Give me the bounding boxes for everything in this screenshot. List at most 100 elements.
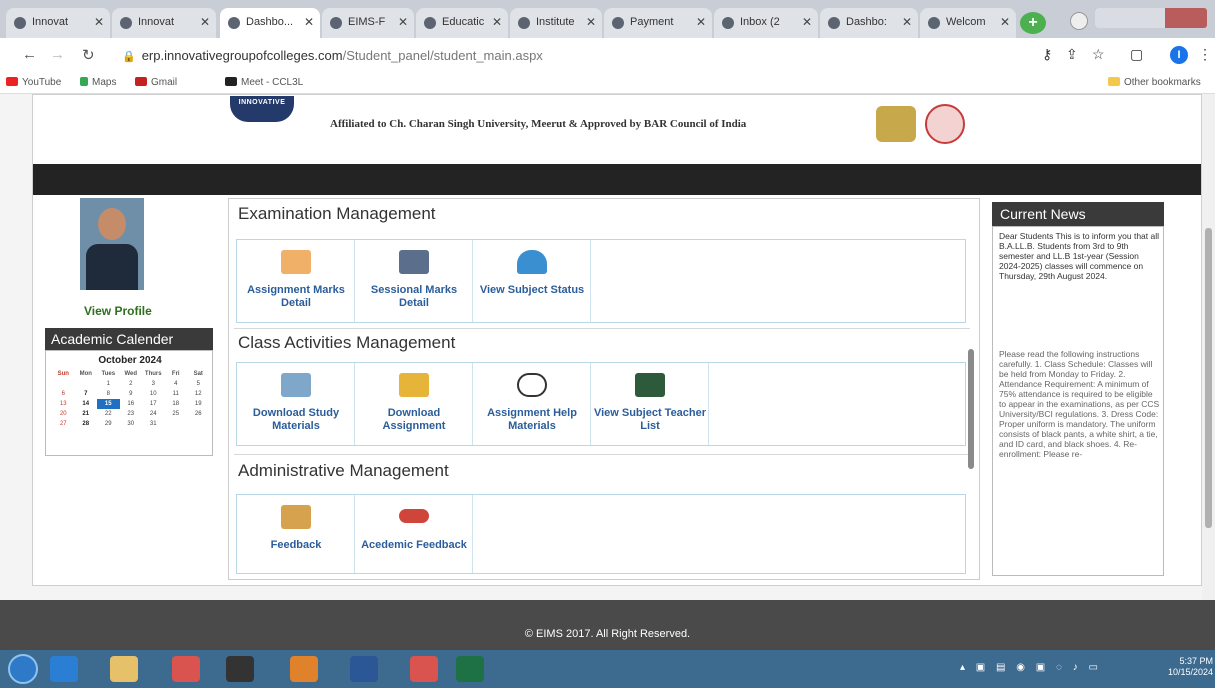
card-download-assignment[interactable]: Download Assignment [355, 363, 473, 445]
calendar-day[interactable]: 5 [187, 379, 210, 389]
profile-menu-icon[interactable] [1070, 12, 1088, 30]
calendar-day[interactable]: 25 [165, 409, 188, 419]
calendar-day[interactable]: 24 [142, 409, 165, 419]
tab-label: Welcom [946, 16, 986, 28]
calendar-day[interactable]: 9 [120, 389, 143, 399]
card-sessional-marks[interactable]: Sessional Marks Detail [355, 240, 473, 322]
minimize-maximize-buttons[interactable] [1095, 8, 1165, 28]
browser-tab[interactable]: Welcom ✕ [920, 8, 1016, 38]
chrome-icon[interactable] [172, 656, 200, 682]
calendar-day[interactable]: 12 [187, 389, 210, 399]
university-emblem-icon [876, 106, 916, 142]
calendar-day[interactable]: 20 [52, 409, 75, 419]
calendar-day[interactable]: 21 [75, 409, 98, 419]
calendar-day[interactable]: 16 [120, 399, 143, 409]
browser-tab[interactable]: Innovat ✕ [112, 8, 216, 38]
calendar-day[interactable]: 18 [165, 399, 188, 409]
calendar-day[interactable]: 26 [187, 409, 210, 419]
close-icon[interactable]: ✕ [696, 15, 706, 29]
card-assignment-help[interactable]: Assignment Help Materials [473, 363, 591, 445]
excel-icon[interactable] [456, 656, 484, 682]
browser-tab[interactable]: Dashbo: ✕ [820, 8, 918, 38]
other-bookmarks[interactable]: Other bookmarks [1108, 77, 1201, 88]
browser-tab[interactable]: Educatic ✕ [416, 8, 508, 38]
card-academic-feedback[interactable]: Acedemic Feedback [355, 495, 473, 573]
page-scrollbar[interactable] [1202, 94, 1215, 604]
browser-tab-active[interactable]: Dashbo... ✕ [220, 8, 320, 38]
explorer-icon[interactable] [110, 656, 138, 682]
url-field[interactable]: 🔒 erp.innovativegroupofcolleges.com/Stude… [122, 48, 543, 63]
card-subject-status[interactable]: View Subject Status [473, 240, 591, 322]
browser-tab[interactable]: Institute ✕ [510, 8, 602, 38]
close-icon[interactable]: ✕ [586, 15, 596, 29]
calendar-day[interactable]: 8 [97, 389, 120, 399]
bookmark-maps[interactable]: Maps [80, 77, 116, 88]
calendar-day[interactable]: 22 [97, 409, 120, 419]
ie-icon[interactable] [50, 656, 78, 682]
reload-icon[interactable]: ↻ [82, 46, 95, 64]
calendar-day[interactable]: 7 [75, 389, 98, 399]
globe-icon [330, 17, 342, 29]
calendar-day[interactable]: 19 [187, 399, 210, 409]
chrome-icon[interactable] [410, 656, 438, 682]
card-assignment-marks[interactable]: Assignment Marks Detail [237, 240, 355, 322]
calendar-day[interactable]: 17 [142, 399, 165, 409]
share-icon[interactable]: ⇪ [1066, 46, 1078, 63]
close-icon[interactable]: ✕ [902, 15, 912, 29]
close-icon[interactable]: ✕ [398, 15, 408, 29]
back-arrow-icon[interactable]: ← [22, 46, 37, 63]
media-player-icon[interactable] [226, 656, 254, 682]
calendar-day[interactable]: 13 [52, 399, 75, 409]
calendar-day[interactable]: 10 [142, 389, 165, 399]
logo-text: INNOVATIVE [238, 99, 286, 106]
calendar-day[interactable]: 30 [120, 419, 143, 429]
calendar-day[interactable]: 3 [142, 379, 165, 389]
calendar-day[interactable]: 11 [165, 389, 188, 399]
bookmark-youtube[interactable]: YouTube [6, 77, 61, 88]
news-panel[interactable]: Dear Students This is to inform you that… [992, 226, 1164, 576]
close-icon[interactable]: ✕ [1000, 15, 1010, 29]
star-icon[interactable]: ☆ [1092, 46, 1105, 63]
page-scrollbar-thumb[interactable] [1205, 228, 1212, 528]
close-icon[interactable]: ✕ [200, 15, 210, 29]
close-icon[interactable]: ✕ [802, 15, 812, 29]
calendar-day[interactable]: 1 [97, 379, 120, 389]
close-icon[interactable]: ✕ [304, 15, 314, 29]
start-button[interactable] [8, 654, 38, 684]
window-controls[interactable] [1095, 8, 1207, 28]
sidebar-icon[interactable]: ▢ [1130, 46, 1143, 63]
calendar-day[interactable]: 31 [142, 419, 165, 429]
calendar-day[interactable]: 27 [52, 419, 75, 429]
browser-tab[interactable]: EIMS-F ✕ [322, 8, 414, 38]
close-icon[interactable]: ✕ [94, 15, 104, 29]
card-feedback[interactable]: Feedback [237, 495, 355, 573]
close-icon[interactable]: ✕ [492, 15, 502, 29]
bookmark-label: YouTube [22, 77, 62, 88]
word-icon[interactable] [350, 656, 378, 682]
browser-tab[interactable]: Inbox (2 ✕ [714, 8, 818, 38]
card-study-materials[interactable]: Download Study Materials [237, 363, 355, 445]
menu-dots-icon[interactable]: ⋮ [1198, 46, 1212, 63]
bookmark-meet[interactable]: Meet - CCL3L [225, 77, 303, 88]
browser-tab[interactable]: Payment ✕ [604, 8, 712, 38]
key-icon[interactable]: ⚷ [1042, 46, 1052, 63]
calendar-day[interactable]: 29 [97, 419, 120, 429]
calendar-day[interactable]: 4 [165, 379, 188, 389]
system-tray-icons[interactable]: ▴ ▣ ▤ ◉ ▣ ◌ ♪ ▭ [960, 662, 1102, 673]
calendar-day[interactable]: 14 [75, 399, 98, 409]
calendar-day[interactable]: 28 [75, 419, 98, 429]
system-clock[interactable]: 5:37 PM 10/15/2024 [1168, 656, 1213, 678]
calendar-day-today[interactable]: 15 [97, 399, 120, 409]
firefox-icon[interactable] [290, 656, 318, 682]
calendar-day[interactable]: 6 [52, 389, 75, 399]
user-avatar[interactable]: I [1170, 46, 1188, 64]
bookmark-gmail[interactable]: Gmail [135, 77, 177, 88]
view-profile-link[interactable]: View Profile [84, 304, 152, 318]
card-teacher-list[interactable]: View Subject Teacher List [591, 363, 709, 445]
calendar-day[interactable]: 2 [120, 379, 143, 389]
new-tab-button[interactable]: + [1020, 12, 1046, 34]
panel-scrollbar-thumb[interactable] [968, 349, 974, 469]
browser-tab[interactable]: Innovat ✕ [6, 8, 110, 38]
calendar-day[interactable]: 23 [120, 409, 143, 419]
forward-arrow-icon[interactable]: → [50, 46, 65, 63]
